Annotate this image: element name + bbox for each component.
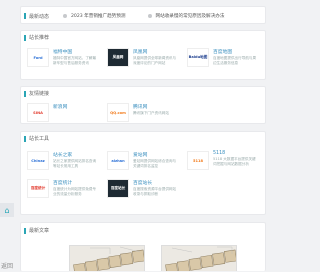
baidu-ziyuan-logo: 百度站长	[107, 179, 129, 198]
site-desc: 百度搜索资源平台提供网站收录与抓取诊断	[133, 187, 177, 196]
title-accent-bar	[24, 34, 26, 41]
tools-title: 站长工具	[21, 132, 49, 145]
home-icon[interactable]: ⌂	[0, 203, 14, 217]
site-desc: 腾讯旗下门户资讯网站	[133, 111, 169, 115]
site-desc	[53, 111, 99, 121]
qq-logo: QQ.com	[107, 103, 129, 122]
site-desc: 站长之家提供网站排名查询等站长常用工具	[53, 159, 97, 168]
title-accent-bar	[24, 90, 26, 97]
back-to-top-button[interactable]: 返回	[0, 258, 14, 272]
aizhan-logo: aizhan	[107, 151, 129, 170]
recommend-grid: Ford 福特中国 福特中国官方网站，了解最新车型与售后服务资讯 凤凰网 凤凰网…	[27, 48, 259, 70]
recommend-panel: 站长推荐 Ford 福特中国 福特中国官方网站，了解最新车型与售后服务资讯 凤凰…	[20, 30, 266, 80]
site-card[interactable]: 百度站长 百度站长 百度搜索资源平台提供网站收录与抓取诊断	[107, 179, 179, 201]
site-name[interactable]: 百度统计	[53, 179, 99, 186]
friend-links-panel: 友情链接 SINA 新浪网 QQ.com 腾讯网 腾讯旗下门户资讯网站	[20, 86, 266, 124]
site-name[interactable]: 百度地图	[213, 48, 259, 55]
news-panel: 最新文章	[20, 222, 266, 271]
bullet-icon	[147, 14, 152, 18]
adwords-tiles-image	[162, 246, 236, 271]
site-desc: 爱站网提供网站综合查询与关键词排名监控	[133, 159, 177, 168]
adwords-tiles-image	[70, 246, 144, 271]
announcement-panel: 最新动态 2023 年营销推广趋势预测 网站收录慢的常见原因及解决办法	[20, 6, 266, 24]
site-name[interactable]: 凤凰网	[133, 48, 179, 55]
baidu-map-logo: Baidu地图	[187, 48, 209, 67]
site-card[interactable]: Ford 福特中国 福特中国官方网站，了解最新车型与售后服务资讯	[27, 48, 99, 70]
announcement-title: 最新动态	[21, 7, 49, 23]
site-name[interactable]: 新浪网	[53, 103, 99, 110]
site-card[interactable]: Chinaz 站长之家 站长之家提供网站排名查询等站长常用工具	[27, 151, 99, 173]
chinaz-logo: Chinaz	[27, 151, 49, 170]
sina-logo: SINA	[27, 103, 49, 122]
site-name[interactable]: 腾讯网	[133, 103, 179, 110]
site-desc: 5118 大数据平台提供关键词挖掘与网站数据分析	[213, 157, 256, 166]
5118-logo: 5118	[187, 151, 209, 170]
back-to-top-label: 返回	[0, 262, 13, 270]
announcement-list: 2023 年营销推广趋势预测 网站收录慢的常见原因及解决办法	[63, 7, 246, 23]
news-thumbnail[interactable]	[69, 245, 145, 271]
left-sidebar: ⌂ 返回	[0, 0, 14, 271]
site-card[interactable]: 百度统计 百度统计 百度统计为网站提供免费专业的流量分析服务	[27, 179, 99, 201]
baidu-tongji-logo: 百度统计	[27, 179, 49, 198]
bullet-icon	[63, 14, 67, 18]
site-name[interactable]: 5118	[213, 151, 259, 156]
ifeng-logo: 凤凰网	[107, 48, 129, 67]
title-accent-bar	[24, 135, 26, 142]
site-card[interactable]: aizhan 爱站网 爱站网提供网站综合查询与关键词排名监控	[107, 151, 179, 173]
news-thumbnails	[69, 245, 253, 271]
title-accent-bar	[24, 227, 26, 234]
site-card[interactable]: SINA 新浪网	[27, 103, 99, 123]
announcement-item[interactable]: 2023 年营销推广趋势预测	[63, 13, 126, 19]
site-name[interactable]: 站长之家	[53, 151, 99, 158]
site-name[interactable]: 百度站长	[133, 179, 179, 186]
site-card[interactable]: 凤凰网 凤凰网 凤凰网提供全球新闻资讯与深度评论的门户网站	[107, 48, 179, 70]
recommend-title: 站长推荐	[21, 31, 49, 44]
site-card[interactable]: Baidu地图 百度地图 百度地图提供出行导航与周边生活服务信息	[187, 48, 259, 70]
site-name[interactable]: 福特中国	[53, 48, 99, 55]
site-card[interactable]: 5118 5118 5118 大数据平台提供关键词挖掘与网站数据分析	[187, 151, 259, 173]
friend-links-title: 友情链接	[21, 87, 49, 100]
site-name[interactable]: 爱站网	[133, 151, 179, 158]
tools-grid: Chinaz 站长之家 站长之家提供网站排名查询等站长常用工具 aizhan 爱…	[27, 151, 259, 201]
site-desc: 凤凰网提供全球新闻资讯与深度评论的门户网站	[133, 56, 177, 65]
site-desc: 百度统计为网站提供免费专业的流量分析服务	[53, 187, 97, 196]
title-accent-bar	[24, 13, 26, 19]
site-card[interactable]: QQ.com 腾讯网 腾讯旗下门户资讯网站	[107, 103, 179, 123]
news-thumbnail[interactable]	[161, 245, 237, 271]
site-desc: 福特中国官方网站，了解最新车型与售后服务资讯	[53, 56, 97, 65]
announcement-item[interactable]: 网站收录慢的常见原因及解决办法	[147, 13, 224, 19]
news-title: 最新文章	[21, 223, 49, 238]
friend-grid: SINA 新浪网 QQ.com 腾讯网 腾讯旗下门户资讯网站	[27, 103, 259, 123]
main-content: 最新动态 2023 年营销推广趋势预测 网站收录慢的常见原因及解决办法 站长推荐…	[14, 0, 268, 271]
site-desc: 百度地图提供出行导航与周边生活服务信息	[213, 56, 257, 65]
ford-logo: Ford	[27, 48, 49, 67]
tools-panel: 站长工具 Chinaz 站长之家 站长之家提供网站排名查询等站长常用工具 aiz…	[20, 131, 266, 215]
